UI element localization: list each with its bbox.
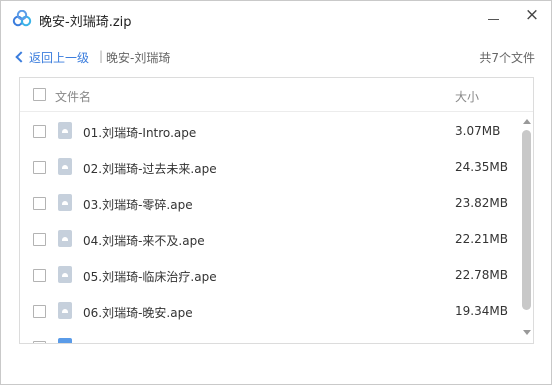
cloud-logo-icon bbox=[12, 10, 32, 27]
file-name: 05.刘瑞琦-临床治疗.ape bbox=[83, 270, 217, 284]
zip-preview-window: 晚安-刘瑞琦.zip × 返回上一级 | 晚安-刘瑞琦 共7个文件 文件名 大小… bbox=[0, 0, 552, 385]
column-header-name[interactable]: 文件名 bbox=[55, 88, 91, 105]
list-header: 文件名 大小 bbox=[20, 78, 533, 112]
breadcrumb-separator: | bbox=[99, 49, 104, 63]
row-checkbox[interactable] bbox=[33, 125, 46, 138]
row-checkbox[interactable] bbox=[33, 197, 46, 210]
file-name: 03.刘瑞琦-零碎.ape bbox=[83, 198, 193, 212]
list-item[interactable]: 04.刘瑞琦-来不及.ape 22.21MB bbox=[20, 221, 520, 257]
breadcrumb: 返回上一级 | 晚安-刘瑞琦 共7个文件 bbox=[1, 45, 551, 71]
file-size: 23.82MB bbox=[455, 196, 508, 210]
row-checkbox[interactable] bbox=[33, 269, 46, 282]
title-bar: 晚安-刘瑞琦.zip × bbox=[1, 1, 551, 37]
file-size: 19.34MB bbox=[455, 304, 508, 318]
back-label: 返回上一级 bbox=[29, 51, 90, 65]
list-item[interactable]: 03.刘瑞琦-零碎.ape 23.82MB bbox=[20, 185, 520, 221]
audio-file-icon bbox=[58, 302, 72, 319]
window-title: 晚安-刘瑞琦.zip bbox=[39, 15, 132, 30]
scroll-down-arrow[interactable] bbox=[523, 330, 531, 335]
row-checkbox[interactable] bbox=[33, 233, 46, 246]
list-item[interactable]: 02.刘瑞琦-过去未来.ape 24.35MB bbox=[20, 149, 520, 185]
file-name: 04.刘瑞琦-来不及.ape bbox=[83, 234, 205, 248]
scroll-up-arrow[interactable] bbox=[523, 119, 531, 124]
list-item[interactable] bbox=[20, 329, 520, 343]
audio-file-icon bbox=[58, 158, 72, 175]
select-all-checkbox[interactable] bbox=[33, 88, 46, 101]
audio-file-icon bbox=[58, 122, 72, 139]
audio-file-icon bbox=[58, 266, 72, 283]
current-folder: 晚安-刘瑞琦 bbox=[106, 51, 171, 65]
row-checkbox[interactable] bbox=[33, 305, 46, 318]
column-header-size[interactable]: 大小 bbox=[455, 88, 479, 105]
audio-file-icon bbox=[58, 230, 72, 247]
back-button[interactable]: 返回上一级 bbox=[15, 49, 90, 66]
minimize-button[interactable] bbox=[483, 7, 505, 29]
file-size: 3.07MB bbox=[455, 124, 501, 138]
audio-file-icon bbox=[58, 194, 72, 211]
row-checkbox[interactable] bbox=[33, 341, 46, 343]
file-list: 文件名 大小 01.刘瑞琦-Intro.ape 3.07MB 02.刘瑞琦-过去… bbox=[19, 77, 534, 344]
file-name: 06.刘瑞琦-晚安.ape bbox=[83, 306, 193, 320]
folder-icon bbox=[58, 338, 72, 343]
close-button[interactable]: × bbox=[521, 4, 543, 26]
file-name: 01.刘瑞琦-Intro.ape bbox=[83, 126, 197, 140]
chevron-left-icon bbox=[15, 51, 27, 63]
file-name: 02.刘瑞琦-过去未来.ape bbox=[83, 162, 217, 176]
list-item[interactable]: 05.刘瑞琦-临床治疗.ape 22.78MB bbox=[20, 257, 520, 293]
file-size: 22.78MB bbox=[455, 268, 508, 282]
file-size: 22.21MB bbox=[455, 232, 508, 246]
row-checkbox[interactable] bbox=[33, 161, 46, 174]
list-item[interactable]: 06.刘瑞琦-晚安.ape 19.34MB bbox=[20, 293, 520, 329]
scrollbar-thumb[interactable] bbox=[522, 130, 531, 310]
file-count: 共7个文件 bbox=[479, 51, 535, 65]
list-item[interactable]: 01.刘瑞琦-Intro.ape 3.07MB bbox=[20, 113, 520, 149]
file-size: 24.35MB bbox=[455, 160, 508, 174]
